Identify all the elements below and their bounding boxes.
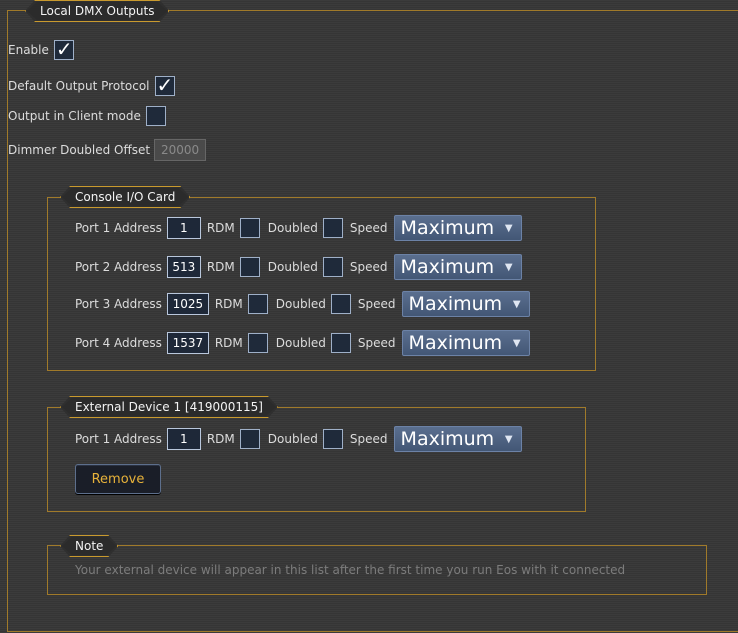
note-title: Note — [75, 539, 104, 553]
port-address-input[interactable]: 1025 — [166, 293, 209, 315]
port-address-input[interactable]: 1 — [166, 428, 201, 450]
doubled-checkbox[interactable] — [322, 257, 343, 277]
speed-value: Maximum — [400, 256, 495, 278]
speed-dropdown[interactable]: Maximum ▼ — [393, 215, 522, 241]
dimmer-offset-field: 20000 — [154, 139, 207, 161]
doubled-label: Doubled — [267, 260, 318, 274]
checkmark-icon: ✓ — [55, 37, 73, 61]
external-device-tab: External Device 1 [419000115] — [60, 396, 278, 418]
chevron-down-icon: ▼ — [504, 434, 513, 445]
speed-value: Maximum — [400, 217, 495, 239]
default-protocol-label: Default Output Protocol — [8, 79, 150, 93]
rdm-label: RDM — [206, 260, 235, 274]
speed-dropdown[interactable]: Maximum ▼ — [401, 330, 530, 356]
doubled-checkbox[interactable] — [330, 333, 351, 353]
console-port-4-row: Port 4 Address 1537 RDM Doubled Speed Ma… — [75, 330, 530, 356]
doubled-label: Doubled — [267, 221, 318, 235]
section-title: Local DMX Outputs — [40, 4, 155, 18]
dimmer-offset-label: Dimmer Doubled Offset — [8, 143, 151, 157]
remove-button-label: Remove — [91, 471, 145, 487]
checkmark-icon: ✓ — [156, 73, 174, 97]
rdm-checkbox[interactable] — [239, 257, 260, 277]
doubled-label: Doubled — [267, 432, 318, 446]
doubled-checkbox[interactable] — [322, 429, 343, 449]
client-mode-row: Output in Client mode — [8, 106, 166, 126]
client-mode-checkbox[interactable] — [145, 106, 166, 126]
console-port-3-row: Port 3 Address 1025 RDM Doubled Speed Ma… — [75, 291, 530, 317]
external-port-1-row: Port 1 Address 1 RDM Doubled Speed Maxim… — [75, 426, 522, 452]
speed-value: Maximum — [408, 293, 503, 315]
doubled-label: Doubled — [275, 297, 326, 311]
enable-row: Enable ✓ — [8, 37, 74, 61]
speed-label: Speed — [349, 221, 388, 235]
speed-label: Speed — [349, 432, 388, 446]
rdm-checkbox[interactable] — [239, 429, 260, 449]
port-address-input[interactable]: 1 — [166, 217, 201, 239]
local-dmx-outputs-tab: Local DMX Outputs — [25, 0, 169, 22]
chevron-down-icon: ▼ — [512, 299, 521, 310]
speed-label: Speed — [349, 260, 388, 274]
enable-label: Enable — [8, 43, 49, 57]
client-mode-label: Output in Client mode — [8, 109, 141, 123]
console-port-1-row: Port 1 Address 1 RDM Doubled Speed Maxim… — [75, 215, 522, 241]
doubled-label: Doubled — [275, 336, 326, 350]
speed-label: Speed — [357, 297, 396, 311]
note-tab: Note — [60, 535, 118, 557]
remove-button[interactable]: Remove — [75, 464, 161, 494]
external-device-frame — [47, 407, 586, 512]
port-address-input[interactable]: 1537 — [166, 332, 209, 354]
console-card-title: Console I/O Card — [75, 190, 176, 204]
port-label: Port 1 Address — [75, 221, 162, 235]
console-card-tab: Console I/O Card — [60, 186, 190, 208]
speed-dropdown[interactable]: Maximum ▼ — [393, 426, 522, 452]
speed-dropdown[interactable]: Maximum ▼ — [393, 254, 522, 280]
speed-dropdown[interactable]: Maximum ▼ — [401, 291, 530, 317]
rdm-checkbox[interactable] — [239, 218, 260, 238]
speed-label: Speed — [357, 336, 396, 350]
rdm-label: RDM — [214, 297, 243, 311]
doubled-checkbox[interactable] — [322, 218, 343, 238]
doubled-checkbox[interactable] — [330, 294, 351, 314]
enable-checkbox[interactable]: ✓ — [53, 37, 74, 61]
speed-value: Maximum — [408, 332, 503, 354]
default-protocol-checkbox[interactable]: ✓ — [154, 73, 175, 97]
chevron-down-icon: ▼ — [504, 223, 513, 234]
rdm-checkbox[interactable] — [247, 333, 268, 353]
console-port-2-row: Port 2 Address 513 RDM Doubled Speed Max… — [75, 254, 522, 280]
chevron-down-icon: ▼ — [504, 262, 513, 273]
port-label: Port 2 Address — [75, 260, 162, 274]
chevron-down-icon: ▼ — [512, 338, 521, 349]
rdm-checkbox[interactable] — [247, 294, 268, 314]
external-device-title: External Device 1 [419000115] — [75, 400, 263, 414]
note-text: Your external device will appear in this… — [75, 563, 626, 577]
default-protocol-row: Default Output Protocol ✓ — [8, 73, 175, 97]
rdm-label: RDM — [206, 432, 235, 446]
rdm-label: RDM — [206, 221, 235, 235]
port-label: Port 3 Address — [75, 297, 162, 311]
port-label: Port 1 Address — [75, 432, 162, 446]
rdm-label: RDM — [214, 336, 243, 350]
port-address-input[interactable]: 513 — [166, 256, 201, 278]
speed-value: Maximum — [400, 428, 495, 450]
port-label: Port 4 Address — [75, 336, 162, 350]
dimmer-offset-row: Dimmer Doubled Offset 20000 — [8, 139, 212, 161]
